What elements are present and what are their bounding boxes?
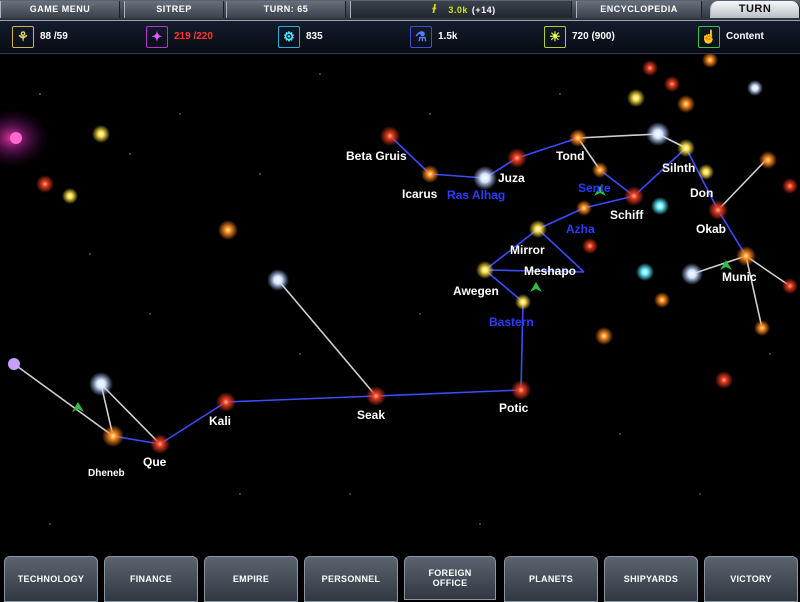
system-label-awegen: Awegen bbox=[453, 284, 499, 298]
system-label-mirror: Mirror bbox=[510, 243, 545, 257]
resource-food-value: 88 /59 bbox=[40, 31, 68, 42]
starlanes bbox=[13, 133, 791, 445]
system-label-ras-alhag: Ras Alhag bbox=[447, 188, 505, 202]
system-label-que: Que bbox=[143, 455, 167, 469]
system-label-silnth: Silnth bbox=[662, 161, 695, 175]
resource-influence-value: 720 (900) bbox=[572, 31, 615, 42]
nebula-core bbox=[10, 132, 22, 144]
resource-bar: ⚘ 88 /59 ✦ 219 /220 ⚙ 835 ⚗ 1.5k ☀ 720 (… bbox=[0, 21, 800, 54]
action-points-icon: ɫ bbox=[432, 2, 437, 16]
tab-technology[interactable]: TECHNOLOGY bbox=[4, 556, 98, 602]
top-bar: GAME MENU SITREP TURN: 65 ɫ 3.0k (+14) ENC… bbox=[0, 0, 800, 21]
sitrep-button[interactable]: SITREP bbox=[124, 1, 224, 18]
action-points-value: 3.0k bbox=[448, 5, 468, 15]
resource-happiness-value: Content bbox=[726, 31, 764, 42]
system-label-potic: Potic bbox=[499, 401, 529, 415]
gear-icon: ⚙ bbox=[278, 26, 300, 48]
system-label-meshapo: Meshapo bbox=[524, 264, 576, 278]
system-label-okab: Okab bbox=[696, 222, 726, 236]
system-label-juza: Juza bbox=[498, 171, 525, 185]
research-icon: ⚗ bbox=[410, 26, 432, 48]
tab-empire[interactable]: EMPIRE bbox=[204, 556, 298, 602]
tab-victory[interactable]: VICTORY bbox=[704, 556, 798, 602]
tab-shipyards[interactable]: SHIPYARDS bbox=[604, 556, 698, 602]
resource-minerals-value: 219 /220 bbox=[174, 31, 213, 42]
system-label-sente: Sente bbox=[578, 181, 611, 195]
system-label-beta-gruis: Beta Gruis bbox=[346, 149, 407, 163]
lightbulb-icon: ☀ bbox=[544, 26, 566, 48]
bottom-tab-bar: TECHNOLOGY FINANCE EMPIRE PERSONNEL FORE… bbox=[0, 552, 800, 602]
wheat-icon: ⚘ bbox=[12, 26, 34, 48]
system-label-azha: Azha bbox=[566, 222, 595, 236]
crystal-icon: ✦ bbox=[146, 26, 168, 48]
action-points-display: ɫ 3.0k (+14) bbox=[350, 1, 572, 18]
resource-industry-value: 835 bbox=[306, 31, 323, 42]
galaxy-map[interactable]: Beta Gruis Juza Icarus Ras Alhag Tond Si… bbox=[0, 54, 800, 550]
system-label-dheneb: Dheneb bbox=[88, 468, 125, 479]
game-menu-button[interactable]: GAME MENU bbox=[0, 1, 120, 18]
fleet-icon bbox=[530, 282, 542, 292]
tab-finance[interactable]: FINANCE bbox=[104, 556, 198, 602]
system-label-kali: Kali bbox=[209, 414, 231, 428]
tab-foreign-office[interactable]: FOREIGN OFFICE bbox=[404, 556, 496, 600]
turn-number-display: TURN: 65 bbox=[226, 1, 346, 18]
action-points-delta: (+14) bbox=[471, 5, 496, 15]
nebula bbox=[0, 108, 50, 168]
stars[interactable] bbox=[8, 54, 798, 454]
system-label-schiff: Schiff bbox=[610, 208, 644, 222]
encyclopedia-button[interactable]: ENCYCLOPEDIA bbox=[576, 1, 702, 18]
end-turn-button[interactable]: TURN bbox=[710, 1, 800, 18]
tab-planets[interactable]: PLANETS bbox=[504, 556, 598, 602]
thumbs-up-icon: ☝ bbox=[698, 26, 720, 48]
system-label-don: Don bbox=[690, 186, 713, 200]
system-label-seak: Seak bbox=[357, 408, 385, 422]
resource-research-value: 1.5k bbox=[438, 31, 458, 42]
system-label-tond: Tond bbox=[556, 149, 584, 163]
system-label-bastern: Bastern bbox=[489, 315, 534, 329]
system-label-icarus: Icarus bbox=[402, 187, 438, 201]
tab-personnel[interactable]: PERSONNEL bbox=[304, 556, 398, 602]
system-label-munic: Munic bbox=[722, 270, 757, 284]
